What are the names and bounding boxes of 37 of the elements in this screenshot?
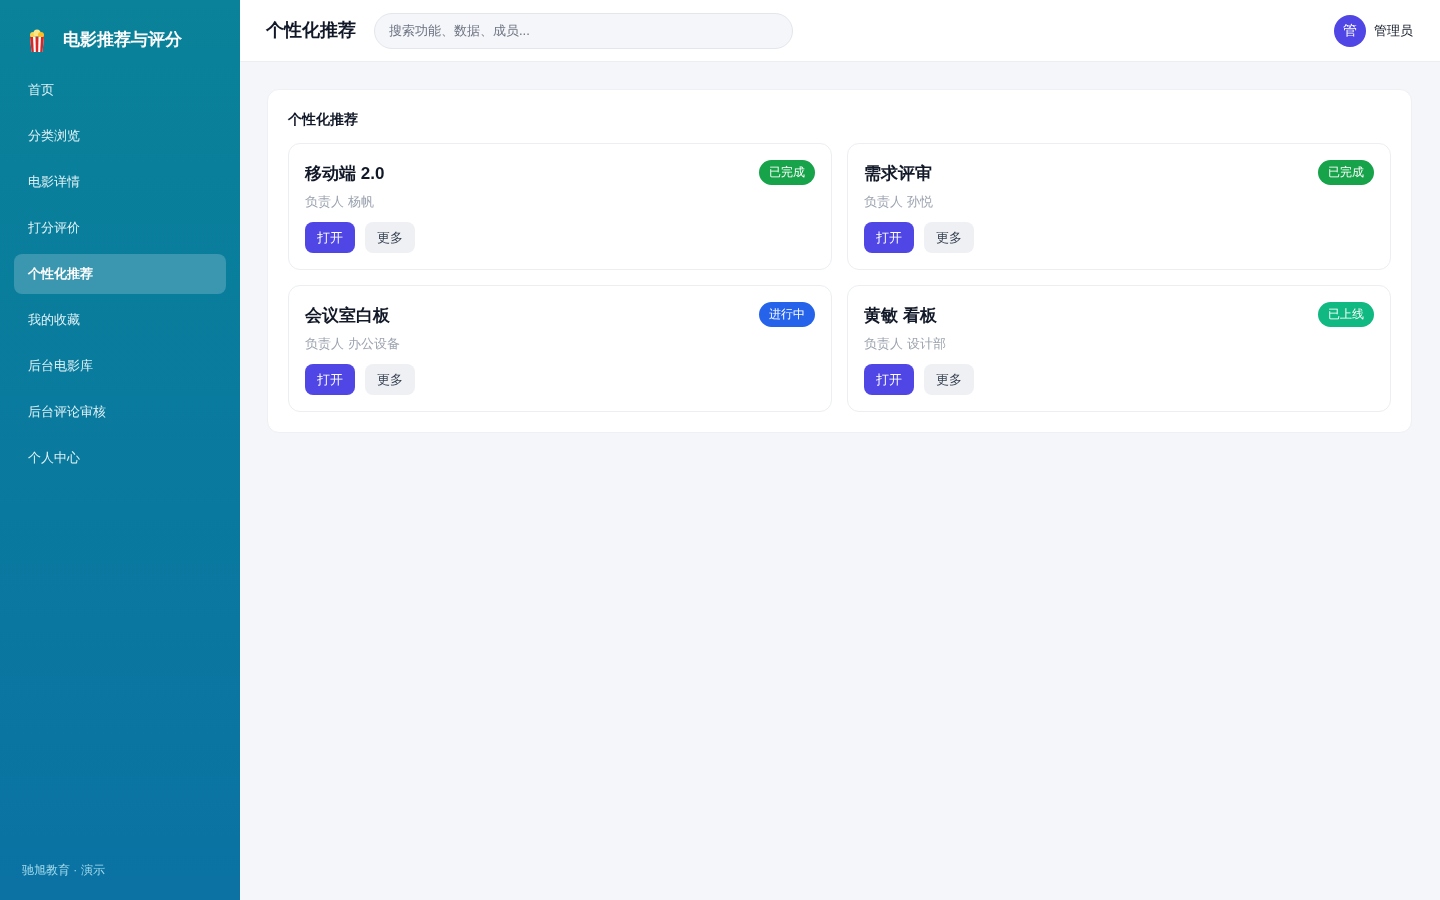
card-title: 会议室白板 bbox=[305, 305, 390, 327]
user-name: 管理员 bbox=[1374, 21, 1413, 40]
avatar[interactable]: 管 bbox=[1334, 14, 1366, 47]
card-title: 黄敏 看板 bbox=[864, 305, 937, 327]
search-field[interactable]: 搜索功能、数据、成员... bbox=[374, 12, 793, 49]
open-button[interactable]: 打开 bbox=[305, 364, 355, 395]
open-button[interactable]: 打开 bbox=[864, 222, 914, 253]
panel-title: 个性化推荐 bbox=[288, 110, 358, 129]
brand-title: 电影推荐与评分 bbox=[63, 29, 182, 51]
card-title: 移动端 2.0 bbox=[305, 163, 385, 185]
open-button[interactable]: 打开 bbox=[864, 364, 914, 395]
nav-item[interactable]: 分类浏览 bbox=[14, 116, 226, 156]
nav-item[interactable]: 后台评论审核 bbox=[14, 392, 226, 432]
more-button[interactable]: 更多 bbox=[924, 364, 974, 395]
status-badge: 已完成 bbox=[759, 160, 815, 185]
status-badge: 已上线 bbox=[1318, 302, 1374, 327]
owner-text: 负责人 杨帆 bbox=[305, 193, 374, 211]
open-button[interactable]: 打开 bbox=[305, 222, 355, 253]
owner-text: 负责人 办公设备 bbox=[305, 335, 400, 353]
nav-item[interactable]: 个性化推荐 bbox=[14, 254, 226, 294]
nav-item[interactable]: 电影详情 bbox=[14, 162, 226, 202]
nav-item[interactable]: 我的收藏 bbox=[14, 300, 226, 340]
more-button[interactable]: 更多 bbox=[365, 222, 415, 253]
footer-text: 驰旭教育 · 演示 bbox=[21, 862, 105, 879]
more-button[interactable]: 更多 bbox=[365, 364, 415, 395]
status-badge: 已完成 bbox=[1318, 160, 1374, 185]
nav-item[interactable]: 个人中心 bbox=[14, 438, 226, 478]
nav-item[interactable]: 打分评价 bbox=[14, 208, 226, 248]
popcorn-icon bbox=[27, 28, 47, 52]
status-badge: 进行中 bbox=[759, 302, 815, 327]
owner-text: 负责人 设计部 bbox=[864, 335, 946, 353]
nav-item[interactable]: 首页 bbox=[14, 70, 226, 110]
owner-text: 负责人 孙悦 bbox=[864, 193, 933, 211]
nav-item[interactable]: 后台电影库 bbox=[14, 346, 226, 386]
card-title: 需求评审 bbox=[864, 163, 932, 185]
more-button[interactable]: 更多 bbox=[924, 222, 974, 253]
page-title: 个性化推荐 bbox=[266, 19, 356, 42]
